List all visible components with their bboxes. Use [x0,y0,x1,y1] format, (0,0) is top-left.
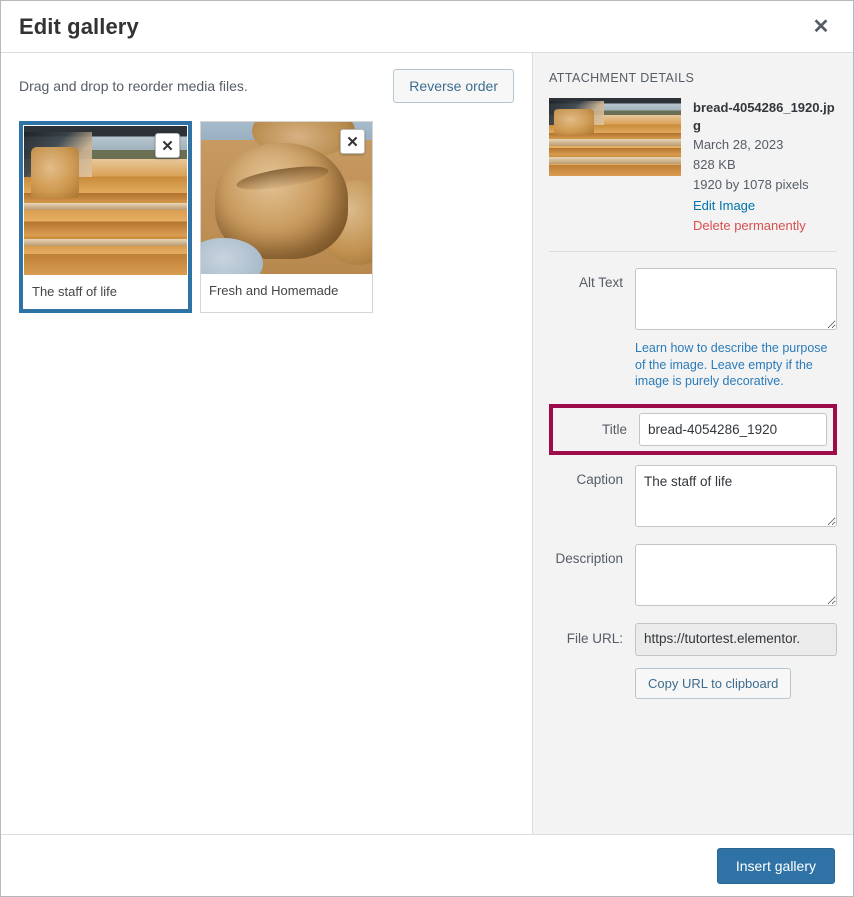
delete-permanently-link[interactable]: Delete permanently [693,217,837,235]
title-control [639,412,827,446]
gallery-item[interactable]: ✕ The staff of life [19,121,192,313]
gallery-item-caption: The staff of life [24,275,187,308]
reverse-order-button[interactable]: Reverse order [393,69,514,103]
alt-text-control: Learn how to describe the purpose of the… [635,268,837,392]
page-title: Edit gallery [19,13,139,39]
alt-text-row: Alt Text Learn how to describe the purpo… [549,268,837,392]
close-icon[interactable]: ✕ [803,9,839,45]
description-row: Description [549,543,837,611]
attachment-details-heading: ATTACHMENT DETAILS [549,71,695,85]
title-label: Title [601,421,627,437]
gallery-toolbar: Drag and drop to reorder media files. Re… [1,53,532,117]
caption-control [635,464,837,532]
shelf-decoration [549,157,681,165]
attachment-filename: bread-4054286_1920.jpg [693,100,835,133]
attachment-details-panel: ATTACHMENT DETAILS bread-4054286_1920.jp… [533,53,853,834]
description-label: Description [555,550,623,566]
modal-body: Drag and drop to reorder media files. Re… [1,53,853,834]
gallery-grid: ✕ The staff of life ✕ Fresh and Homemade [1,117,532,331]
modal-footer: Insert gallery [1,834,853,896]
alt-text-label: Alt Text [578,275,623,291]
description-control [635,543,837,611]
edit-image-link[interactable]: Edit Image [693,197,837,215]
gallery-column: Drag and drop to reorder media files. Re… [1,53,533,834]
file-url-label: File URL: [566,630,623,646]
remove-item-icon[interactable]: ✕ [340,129,365,154]
file-url-value[interactable]: https://tutortest.elementor. [635,622,837,656]
caption-row: Caption [549,464,837,532]
file-url-row: File URL: https://tutortest.elementor. [549,622,837,656]
alt-text-helper: Learn how to describe the purpose of the… [635,341,828,389]
gallery-item-caption: Fresh and Homemade [201,274,372,307]
attachment-metadata: bread-4054286_1920.jpg March 28, 2023 82… [693,98,837,235]
thumbnail-image: ✕ [201,122,372,274]
edit-gallery-modal: Edit gallery ✕ Drag and drop to reorder … [0,0,854,897]
gallery-item[interactable]: ✕ Fresh and Homemade [200,121,373,313]
caption-input[interactable] [635,464,837,527]
reorder-hint: Drag and drop to reorder media files. [19,78,248,94]
copy-url-button[interactable]: Copy URL to clipboard [635,667,792,699]
description-input[interactable] [635,543,837,606]
remove-item-icon[interactable]: ✕ [155,133,180,158]
title-row-highlighted: Title [549,403,837,455]
attachment-info: bread-4054286_1920.jpg March 28, 2023 82… [549,98,837,253]
file-url-control: https://tutortest.elementor. [635,622,837,656]
attachment-thumbnail[interactable] [549,98,681,176]
copy-url-row: Copy URL to clipboard [549,667,837,699]
alt-text-input[interactable] [635,268,837,331]
attachment-dimensions: 1920 by 1078 pixels [693,177,809,193]
bakery-shelves-photo [549,98,681,176]
shelf-decoration [549,138,681,146]
title-input[interactable] [639,412,827,446]
attachment-date: March 28, 2023 [693,137,784,153]
caption-label: Caption [576,471,623,487]
modal-header: Edit gallery ✕ [1,1,853,53]
insert-gallery-button[interactable]: Insert gallery [716,847,835,884]
attachment-filesize: 828 KB [693,157,736,173]
attachment-fields: Alt Text Learn how to describe the purpo… [549,252,837,699]
shelf-decoration [24,203,187,211]
copy-url-spacer [549,668,635,699]
thumbnail-image: ✕ [24,126,187,275]
shelf-decoration [24,239,187,247]
